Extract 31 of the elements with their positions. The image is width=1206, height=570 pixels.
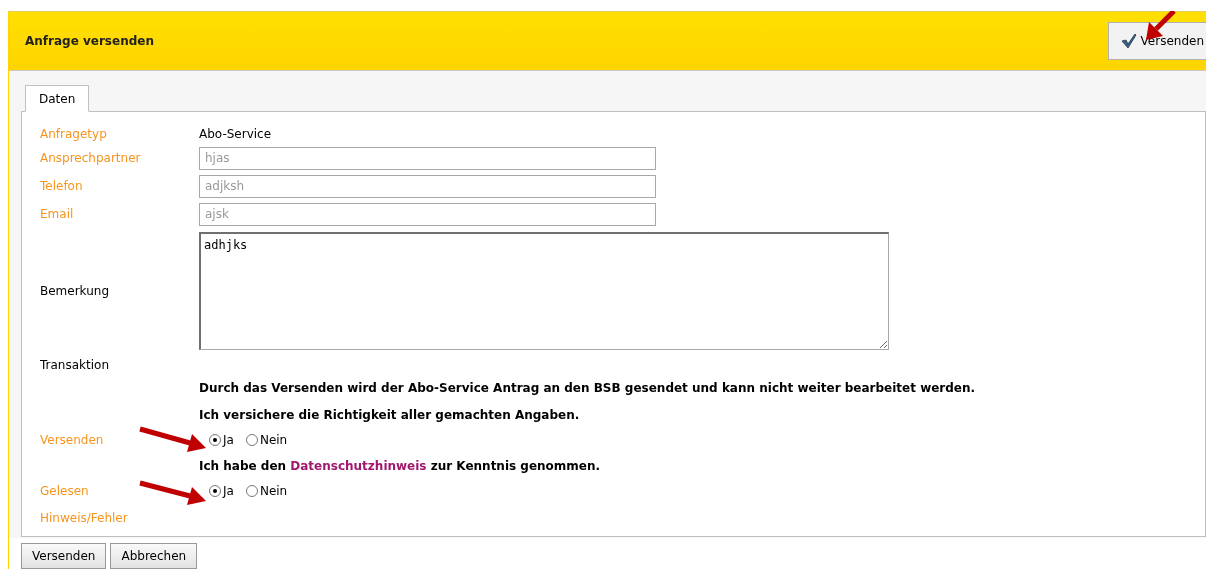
field-label: Anfragetyp <box>40 127 107 141</box>
radio-label: Ja <box>223 483 234 500</box>
annotation-arrow <box>139 426 206 452</box>
form-button[interactable]: Versenden <box>21 543 107 569</box>
radio-button[interactable] <box>209 434 221 446</box>
radio-button[interactable] <box>245 434 258 446</box>
field-label: Versenden <box>40 433 104 447</box>
info-text: Ich habe den Datenschutzhinweis zur Kenntnis genommen. <box>199 457 601 475</box>
field-label: Gelesen <box>40 484 89 498</box>
text-area[interactable]: adhjks <box>199 232 889 350</box>
info-text: Ich versichere die Richtigkeit aller gemachten Angaben. <box>199 406 580 424</box>
field-label: Transaktion <box>40 358 109 372</box>
info-text: Durch das Versenden wird der Abo-Service Antrag an den BSB gesendet und kann nicht weiter bearbeitet werden. <box>199 379 976 397</box>
field-label: Telefon <box>40 179 83 193</box>
field-label: Hinweis/Fehler <box>40 511 128 525</box>
field-label: Email <box>40 207 74 221</box>
radio-label: Ja <box>223 432 234 449</box>
radio-button[interactable] <box>209 485 221 497</box>
checkmark-icon <box>1120 33 1137 49</box>
radio-label: Nein <box>259 483 288 500</box>
window-title: Anfrage versenden <box>25 33 154 50</box>
annotation-arrow <box>139 480 206 505</box>
field-value: Abo-Service <box>199 126 272 143</box>
privacy-link[interactable]: Datenschutzhinweis <box>290 458 427 473</box>
tab[interactable]: Daten <box>25 85 90 112</box>
radio-label: Nein <box>259 432 288 449</box>
field-label: Bemerkung <box>40 284 110 298</box>
form-button[interactable]: Abbrechen <box>110 543 198 569</box>
radio-button[interactable] <box>245 485 258 497</box>
field-label: Ansprechpartner <box>40 151 141 165</box>
send-button[interactable]: Versenden <box>1107 22 1206 60</box>
